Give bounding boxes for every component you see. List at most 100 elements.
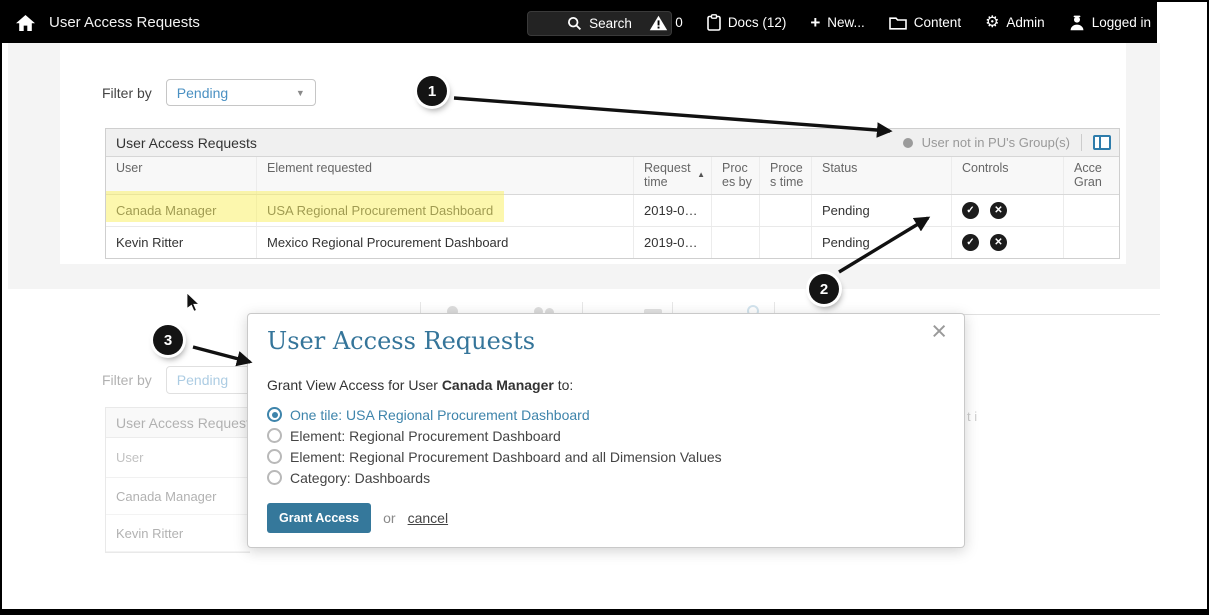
column-header-controls[interactable]: Controls [951,157,1063,194]
or-label: or [383,510,396,526]
user-avatar-icon [1069,15,1085,31]
column-header-processed-time[interactable]: Proces time [759,157,811,194]
docs-label: Docs (12) [727,15,787,30]
table-row-kevin-ritter[interactable]: Kevin Ritter Mexico Regional Procurement… [106,226,1121,258]
status-filter-dropdown[interactable]: Pending ▼ [165,79,316,106]
approve-request-icon[interactable]: ✓ [962,201,979,219]
dialog-body-text: Grant View Access for User Canada Manage… [267,377,574,393]
dialog-title: User Access Requests [267,327,536,355]
alerts-menu[interactable]: 0 [649,15,683,31]
column-header-element[interactable]: Element requested [256,157,633,194]
cell-request-time: 2019-0… [633,194,711,226]
faded-column-header-user: User [106,438,250,478]
content-menu[interactable]: Content [888,15,962,30]
callout-badge-2: 2 [809,274,839,304]
admin-menu[interactable]: ⚙ Admin [985,13,1045,31]
table-title: User Access Requests [116,134,257,151]
deny-request-icon[interactable]: ✕ [990,233,1007,251]
warning-icon [649,15,668,31]
admin-label: Admin [1006,15,1045,30]
filter-row: Filter by Pending ▼ [102,79,316,106]
sort-asc-icon: ▲ [697,170,705,179]
main-content: Filter by Pending ▼ User Access Requests… [8,43,1160,289]
table-titlebar-right: User not in PU's Group(s) [902,134,1111,151]
new-label: New... [827,15,865,30]
new-menu[interactable]: + New... [810,14,864,31]
cell-user: Kevin Ritter [116,234,184,250]
faded-filter-value: Pending [176,372,229,388]
approve-request-icon[interactable]: ✓ [962,233,979,251]
faded-filter-label: Filter by [102,372,152,388]
user-access-requests-table: User Access Requests User not in PU's Gr… [105,128,1120,259]
topbar-left: User Access Requests [2,14,200,32]
dialog-user-name: Canada Manager [441,377,554,393]
cell-controls: ✓ ✕ [951,194,1063,226]
column-header-request-time[interactable]: Request time ▲ [633,157,711,194]
legend-dot-icon [902,137,913,148]
folder-icon [888,16,907,30]
page-title: User Access Requests [49,14,200,31]
radio-option-category[interactable]: Category: Dashboards [267,470,722,486]
cell-user: Canada Manager [116,202,217,218]
faded-table-row: Canada Manager [106,478,250,515]
divider [1081,134,1082,151]
cancel-link[interactable]: cancel [408,510,448,526]
docs-icon [707,14,721,31]
content-label: Content [913,15,962,30]
faded-table-title: User Access Requests [116,414,250,431]
cell-access-granted [1063,226,1121,258]
cell-controls: ✓ ✕ [951,226,1063,258]
cell-status: Pending [811,226,951,258]
user-access-requests-dialog: User Access Requests × Grant View Access… [247,313,965,548]
column-header-access-granted[interactable]: Acce Gran [1063,157,1121,194]
radio-unselected-icon [267,428,282,443]
cell-request-time: 2019-0… [633,226,711,258]
table-titlebar: User Access Requests User not in PU's Gr… [106,129,1119,157]
close-icon[interactable]: × [931,318,947,345]
cell-processed-by [711,226,759,258]
filter-label: Filter by [102,84,152,101]
radio-option-one-tile[interactable]: One tile: USA Regional Procurement Dashb… [267,407,722,423]
column-chooser-icon[interactable] [1093,135,1111,150]
radio-selected-icon [267,407,282,422]
faded-text-fragment: t i [967,409,978,424]
column-header-status[interactable]: Status [811,157,951,194]
cell-status: Pending [811,194,951,226]
logged-in-menu[interactable]: Logged in [1069,15,1151,31]
column-header-processed-by[interactable]: Proces by [711,157,759,194]
status-filter-value: Pending [176,84,229,101]
cell-processed-by [711,194,759,226]
column-header-user[interactable]: User [106,157,256,194]
alerts-count: 0 [675,15,683,30]
callout-badge-1: 1 [417,76,447,106]
table-header-row: User Element requested Request time ▲ Pro… [106,157,1119,195]
callout-badge-3: 3 [153,325,183,355]
faded-table-titlebar: User Access Requests [106,408,250,438]
content-card: Filter by Pending ▼ User Access Requests… [60,43,1126,264]
radio-option-element-all-dimensions[interactable]: Element: Regional Procurement Dashboard … [267,449,722,465]
screenshot-frame: User Access Requests Search 0 Docs (12) [0,0,1209,615]
faded-table: User Access Requests User Canada Manager… [105,407,250,553]
docs-menu[interactable]: Docs (12) [707,14,787,31]
grant-access-button[interactable]: Grant Access [267,503,372,533]
radio-option-element[interactable]: Element: Regional Procurement Dashboard [267,428,722,444]
table-row-canada-manager[interactable]: Canada Manager USA Regional Procurement … [106,194,1121,227]
home-icon[interactable] [15,14,36,32]
cell-processed-time [759,194,811,226]
legend-label: User not in PU's Group(s) [921,135,1070,150]
chevron-down-icon: ▼ [295,87,305,98]
dialog-actions: Grant Access or cancel [267,503,448,533]
search-icon [567,16,582,31]
cell-access-granted [1063,194,1121,226]
cell-element: USA Regional Procurement Dashboard [256,194,633,226]
radio-unselected-icon [267,470,282,485]
deny-request-icon[interactable]: ✕ [990,201,1007,219]
logged-in-label: Logged in [1091,15,1151,30]
faded-table-row: Kevin Ritter [106,515,250,552]
cell-processed-time [759,226,811,258]
radio-unselected-icon [267,449,282,464]
search-label: Search [589,16,632,31]
access-scope-options: One tile: USA Regional Procurement Dashb… [267,407,722,486]
gear-icon: ⚙ [985,13,1000,31]
cell-element: Mexico Regional Procurement Dashboard [256,226,633,258]
